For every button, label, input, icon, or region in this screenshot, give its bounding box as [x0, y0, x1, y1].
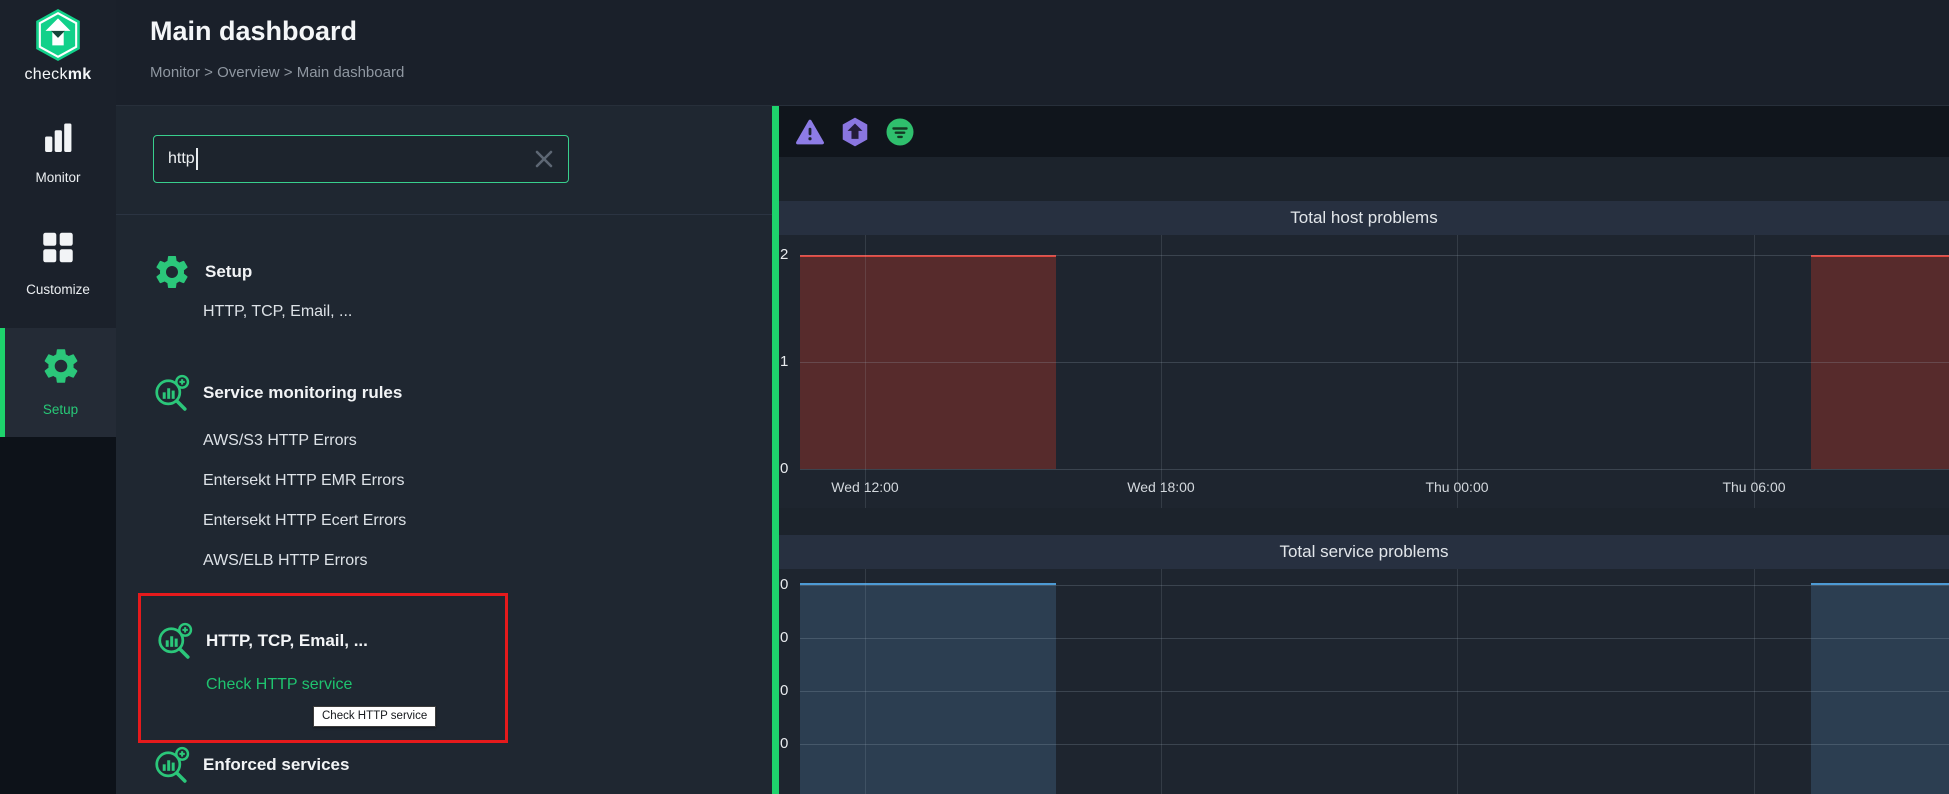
result-group-service-monitoring-rules: Service monitoring rules AWS/S3 HTTP Err… [152, 373, 712, 581]
y-axis-tick: 0 [780, 576, 789, 593]
result-group-title[interactable]: Service monitoring rules [203, 383, 402, 403]
text-cursor [195, 148, 198, 170]
page-header: Main dashboard Monitor > Overview > Main… [116, 0, 1949, 106]
highlight-box: HTTP, TCP, Email, ... Check HTTP service… [138, 593, 508, 743]
bar-chart-icon [45, 123, 72, 152]
x-axis-tick: Thu 06:00 [1722, 479, 1786, 495]
sidebar-footer-area [0, 437, 116, 794]
sidebar-item-customize[interactable]: Customize [0, 230, 116, 297]
y-axis-tick: 0 [780, 460, 789, 477]
grid-icon [43, 232, 73, 263]
sidebar-label-customize: Customize [26, 282, 90, 297]
sidebar: checkmk Monitor Customize Setup [0, 0, 116, 794]
setup-search-panel: http Setup HTTP, TCP, Email, ... Service… [116, 106, 772, 794]
result-group-setup: Setup HTTP, TCP, Email, ... [152, 252, 712, 332]
result-item[interactable]: Entersekt HTTP EMR Errors [203, 461, 712, 501]
chart-plot-area [800, 569, 1949, 794]
result-group-enforced-services: Enforced services [152, 745, 712, 785]
result-group-title[interactable]: Setup [205, 262, 252, 282]
sidebar-item-setup[interactable]: Setup [0, 328, 116, 437]
close-icon[interactable] [532, 147, 556, 171]
y-axis-tick: 0 [780, 629, 789, 646]
x-axis-tick: Wed 18:00 [1127, 479, 1195, 495]
result-item[interactable]: AWS/S3 HTTP Errors [203, 421, 712, 461]
result-item[interactable]: HTTP, TCP, Email, ... [203, 292, 712, 332]
x-axis-tick: Wed 12:00 [831, 479, 899, 495]
checkmk-logo[interactable]: checkmk [0, 6, 116, 84]
chart-plot-area [800, 235, 1949, 508]
dashboard-main: Total host problems 2 1 0 Wed 12:00 Wed … [779, 106, 1949, 794]
y-axis-tick: 0 [780, 682, 789, 699]
sidebar-label-monitor: Monitor [35, 170, 81, 185]
app-window: checkmk Monitor Customize Setup Main das… [0, 0, 1949, 794]
search-add-icon [155, 746, 190, 783]
checkmk-logo-icon [36, 9, 80, 61]
result-item[interactable]: Entersekt HTTP Ecert Errors [203, 501, 712, 541]
y-axis-tick: 1 [780, 353, 789, 370]
chart-area-segment [1811, 583, 1949, 794]
gear-icon [156, 256, 188, 288]
panel-resize-divider[interactable] [772, 106, 779, 794]
checkmk-hexagon-icon[interactable] [840, 116, 870, 148]
x-axis-tick: Thu 00:00 [1425, 479, 1489, 495]
y-axis-tick: 0 [780, 735, 789, 752]
result-item[interactable]: AWS/ELB HTTP Errors [203, 541, 712, 581]
sidebar-label-setup: Setup [42, 402, 79, 417]
chart-service-problems [779, 569, 1949, 794]
filter-icon[interactable] [885, 116, 915, 148]
search-add-icon [155, 374, 190, 411]
chart-host-problems [779, 235, 1949, 508]
tooltip: Check HTTP service [313, 706, 437, 727]
result-group-title[interactable]: Enforced services [203, 755, 349, 775]
breadcrumb[interactable]: Monitor > Overview > Main dashboard [150, 64, 404, 81]
y-axis-tick: 2 [780, 246, 789, 263]
check-http-service-link[interactable]: Check HTTP service [206, 665, 505, 705]
brand-text: checkmk [24, 66, 92, 83]
gear-icon [44, 349, 77, 383]
dashboard-toolbar [779, 106, 1949, 157]
search-input[interactable]: http [153, 135, 569, 183]
chart-title-host-problems: Total host problems [779, 201, 1949, 235]
search-query-text: http [168, 150, 195, 167]
chart-title-service-problems: Total service problems [779, 535, 1949, 569]
panel-divider [116, 214, 772, 215]
page-title: Main dashboard [150, 16, 358, 46]
search-add-icon [158, 622, 193, 659]
warning-icon[interactable] [795, 116, 825, 148]
sidebar-item-monitor[interactable]: Monitor [0, 122, 116, 185]
result-group-title[interactable]: HTTP, TCP, Email, ... [206, 631, 368, 651]
chart-area-segment [800, 583, 1056, 794]
